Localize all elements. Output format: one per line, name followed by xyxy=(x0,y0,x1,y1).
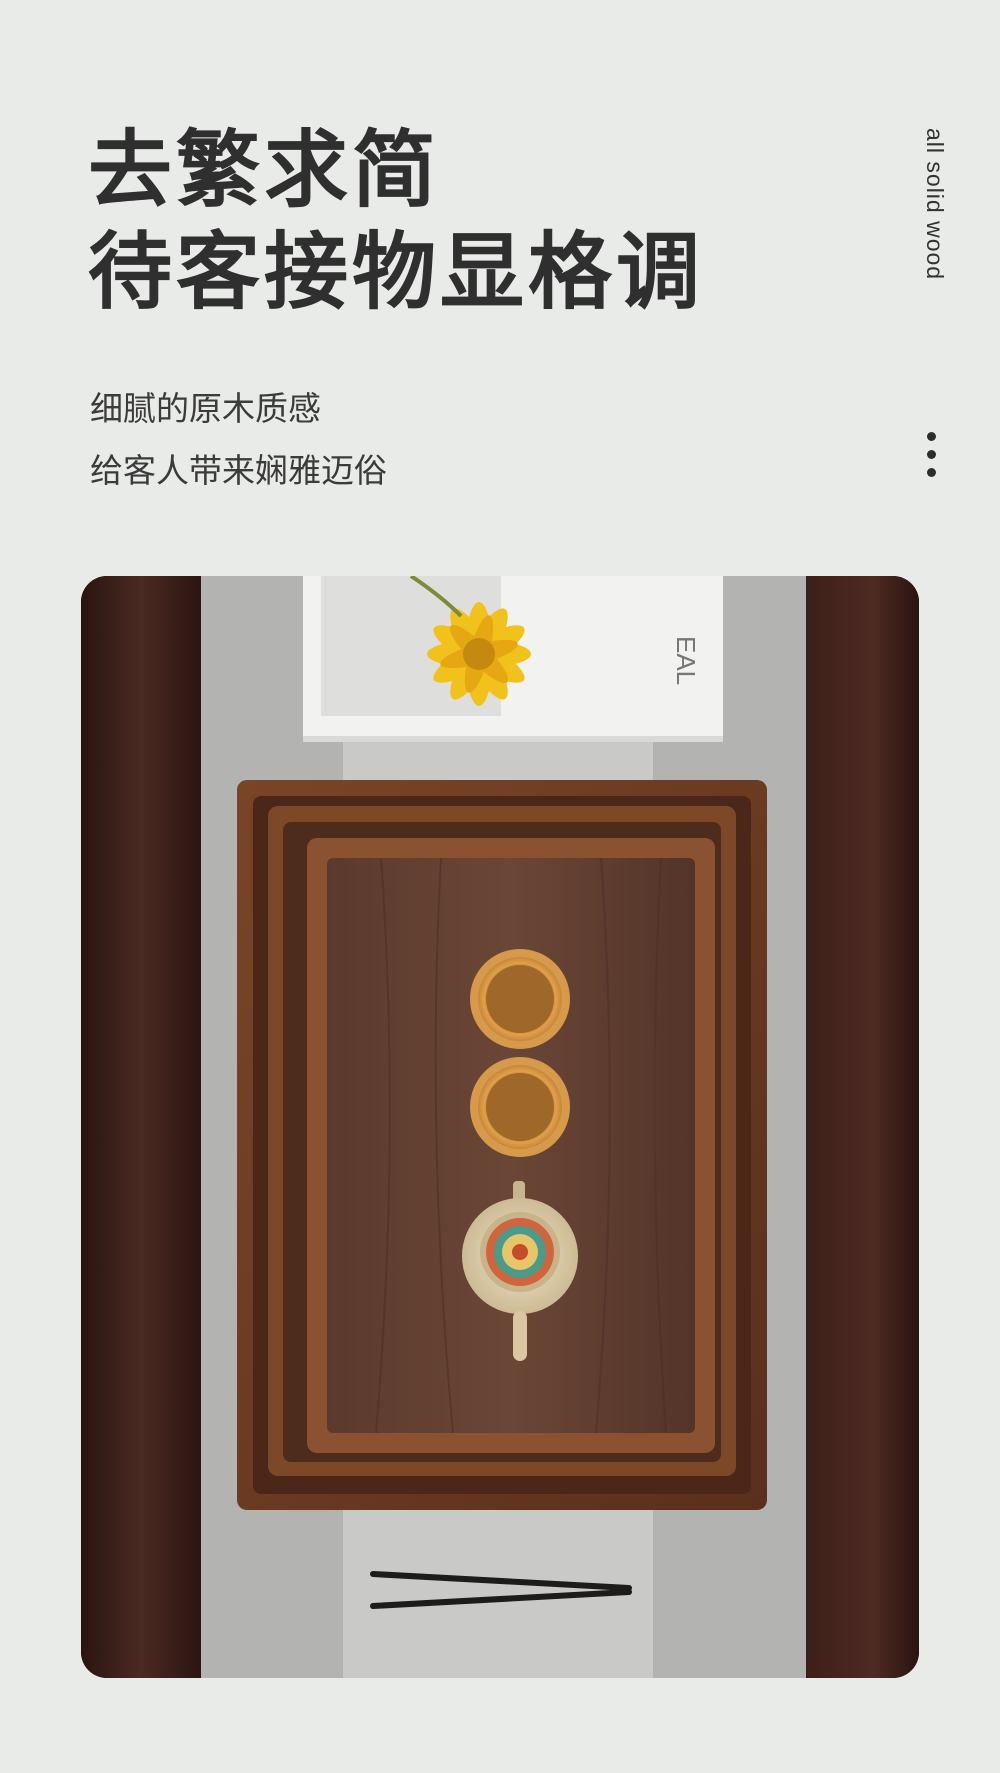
headline-line-1: 去繁求简 xyxy=(88,121,441,219)
tea-cup-1 xyxy=(470,949,570,1049)
subtitle-line-2: 给客人带来娴雅迈俗 xyxy=(90,451,387,490)
dot-1 xyxy=(927,432,936,441)
headline: 去繁求简 待客接物显格调 xyxy=(88,120,704,324)
product-illustration: EAL xyxy=(81,576,919,1678)
right-wood-panel xyxy=(806,576,919,1678)
vertical-side-text: all solid wood xyxy=(922,128,948,281)
headline-line-2: 待客接物显格调 xyxy=(88,223,705,321)
dot-3 xyxy=(927,468,936,477)
subtitle-line-1: 细腻的原木质感 xyxy=(90,389,321,428)
more-menu-icon[interactable] xyxy=(927,432,936,477)
left-wood-panel xyxy=(81,576,201,1678)
tea-cup-2 xyxy=(470,1057,570,1157)
dot-2 xyxy=(927,450,936,459)
subtitle: 细腻的原木质感 给客人带来娴雅迈俗 xyxy=(90,378,387,502)
book-text: EAL xyxy=(671,636,701,685)
product-photo: EAL xyxy=(81,576,919,1678)
